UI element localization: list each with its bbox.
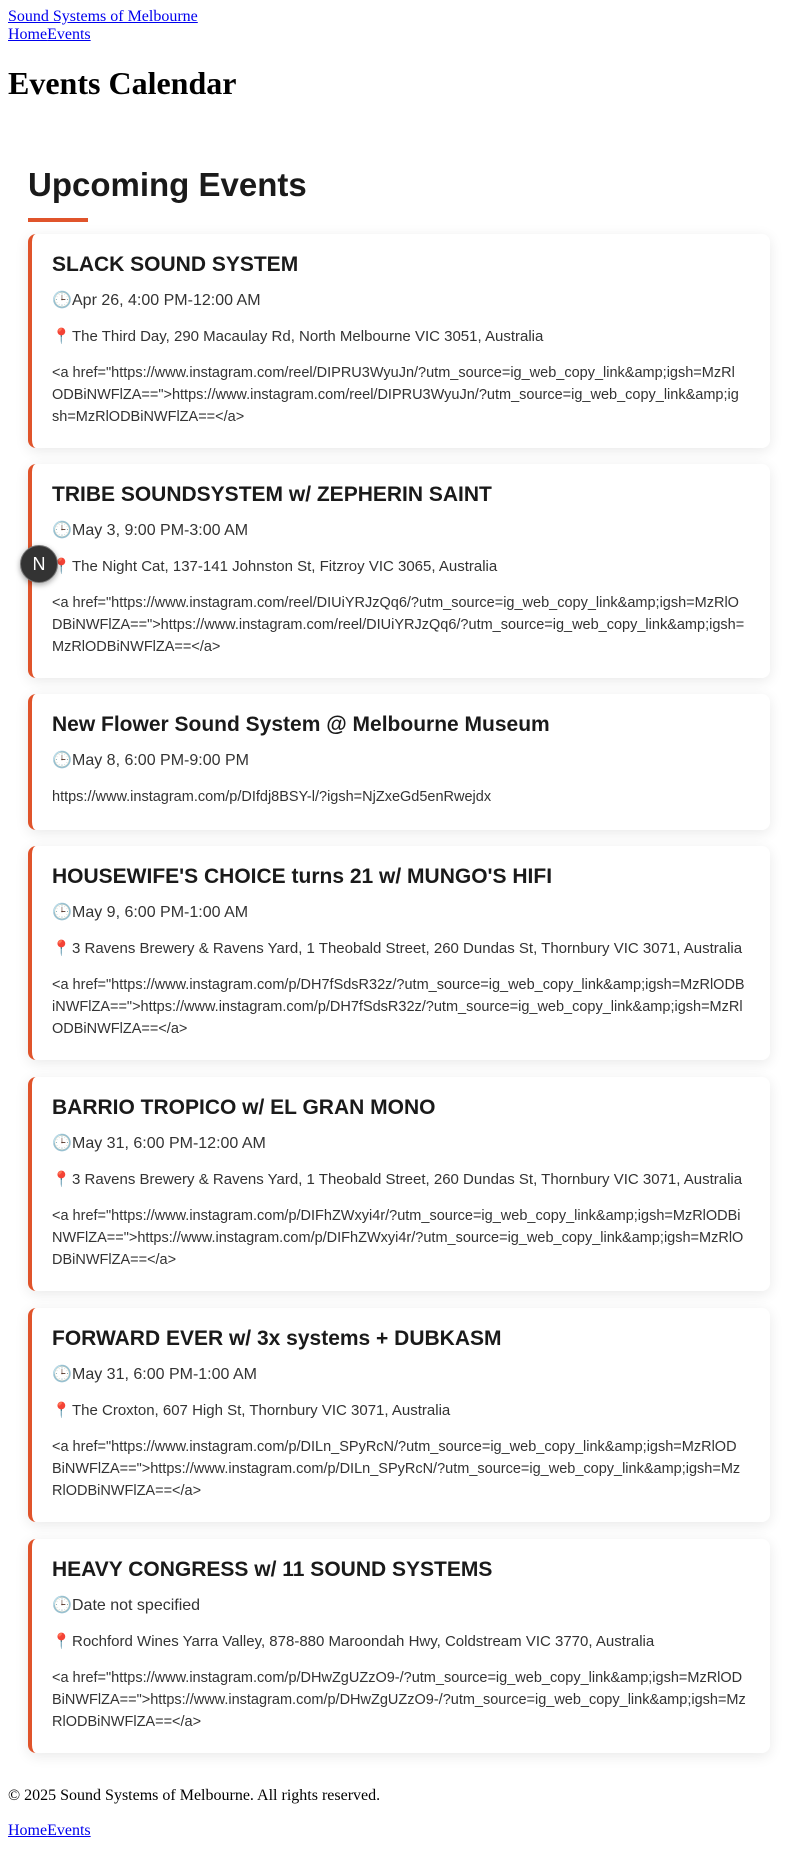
event-date: 🕒May 31, 6:00 PM-1:00 AM [52, 1364, 746, 1386]
event-title: HEAVY CONGRESS w/ 11 SOUND SYSTEMS [52, 1558, 493, 1581]
event-link-text: <a href="https://www.instagram.com/p/DIF… [52, 1208, 744, 1268]
event-link-text: <a href="https://www.instagram.com/p/DIL… [52, 1439, 741, 1499]
event-card: New Flower Sound System @ Melbourne Muse… [28, 694, 770, 830]
event-date: 🕒Apr 26, 4:00 PM-12:00 AM [52, 290, 746, 312]
map-pin-icon: 📍 [52, 1402, 71, 1419]
event-link-text: <a href="https://www.instagram.com/reel/… [52, 365, 739, 425]
event-card: BARRIO TROPICO w/ EL GRAN MONO 🕒May 31, … [28, 1077, 770, 1291]
section-title: Upcoming Events [28, 166, 307, 203]
event-link-text: https://www.instagram.com/p/DIfdj8BSY-l/… [52, 789, 492, 805]
footer-nav: HomeEvents [8, 1822, 788, 1840]
event-title: TRIBE SOUNDSYSTEM w/ ZEPHERIN SAINT [52, 483, 492, 506]
clock-icon: 🕒 [52, 292, 72, 309]
event-card: SLACK SOUND SYSTEM 🕒Apr 26, 4:00 PM-12:0… [28, 234, 770, 448]
event-location: 📍The Night Cat, 137-141 Johnston St, Fit… [52, 556, 746, 578]
footer-link-home[interactable]: Home [8, 1822, 47, 1839]
clock-icon: 🕒 [52, 1135, 72, 1152]
event-card: TRIBE SOUNDSYSTEM w/ ZEPHERIN SAINT 🕒May… [28, 464, 770, 678]
footer-link-events[interactable]: Events [47, 1822, 91, 1839]
event-title: FORWARD EVER w/ 3x systems + DUBKASM [52, 1327, 502, 1350]
map-pin-icon: 📍 [52, 328, 71, 345]
nav-link-events[interactable]: Events [47, 26, 91, 43]
event-link-text: <a href="https://www.instagram.com/p/DHw… [52, 1670, 746, 1730]
event-location: 📍The Third Day, 290 Macaulay Rd, North M… [52, 326, 746, 348]
event-location: 📍3 Ravens Brewery & Ravens Yard, 1 Theob… [52, 938, 746, 960]
site-footer: © 2025 Sound Systems of Melbourne. All r… [8, 1786, 788, 1840]
clock-icon: 🕒 [52, 522, 72, 539]
event-location: 📍The Croxton, 607 High St, Thornbury VIC… [52, 1400, 746, 1422]
upcoming-events-section: Upcoming Events [28, 165, 773, 222]
map-pin-icon: 📍 [52, 1633, 71, 1650]
event-title: BARRIO TROPICO w/ EL GRAN MONO [52, 1096, 436, 1119]
event-title: New Flower Sound System @ Melbourne Muse… [52, 713, 550, 736]
site-header: Sound Systems of Melbourne HomeEvents [0, 0, 800, 44]
nav-link-home[interactable]: Home [8, 26, 47, 43]
clock-icon: 🕒 [52, 752, 72, 769]
event-location: 📍3 Ravens Brewery & Ravens Yard, 1 Theob… [52, 1169, 746, 1191]
event-link-text: <a href="https://www.instagram.com/reel/… [52, 595, 745, 655]
event-card: HOUSEWIFE'S CHOICE turns 21 w/ MUNGO'S H… [28, 846, 770, 1060]
section-underline [28, 218, 88, 222]
event-title: HOUSEWIFE'S CHOICE turns 21 w/ MUNGO'S H… [52, 865, 553, 888]
user-avatar-button[interactable]: N [20, 545, 58, 583]
map-pin-icon: 📍 [52, 940, 71, 957]
event-title: SLACK SOUND SYSTEM [52, 253, 299, 276]
event-link-text: <a href="https://www.instagram.com/p/DH7… [52, 977, 745, 1037]
clock-icon: 🕒 [52, 1597, 72, 1614]
clock-icon: 🕒 [52, 1366, 72, 1383]
event-date: 🕒May 3, 9:00 PM-3:00 AM [52, 520, 746, 542]
event-date: 🕒May 9, 6:00 PM-1:00 AM [52, 902, 746, 924]
clock-icon: 🕒 [52, 904, 72, 921]
copyright-text: © 2025 Sound Systems of Melbourne. All r… [8, 1787, 381, 1804]
map-pin-icon: 📍 [52, 1171, 71, 1188]
event-location: 📍Rochford Wines Yarra Valley, 878-880 Ma… [52, 1631, 746, 1653]
page-title: Events Calendar [8, 65, 237, 101]
event-date: 🕒May 31, 6:00 PM-12:00 AM [52, 1133, 746, 1155]
event-date: 🕒May 8, 6:00 PM-9:00 PM [52, 750, 746, 772]
event-card: FORWARD EVER w/ 3x systems + DUBKASM 🕒Ma… [28, 1308, 770, 1522]
event-date: 🕒Date not specified [52, 1595, 746, 1617]
main-nav: HomeEvents [8, 26, 792, 44]
event-card: HEAVY CONGRESS w/ 11 SOUND SYSTEMS 🕒Date… [28, 1539, 770, 1753]
site-title-link[interactable]: Sound Systems of Melbourne [8, 8, 792, 26]
